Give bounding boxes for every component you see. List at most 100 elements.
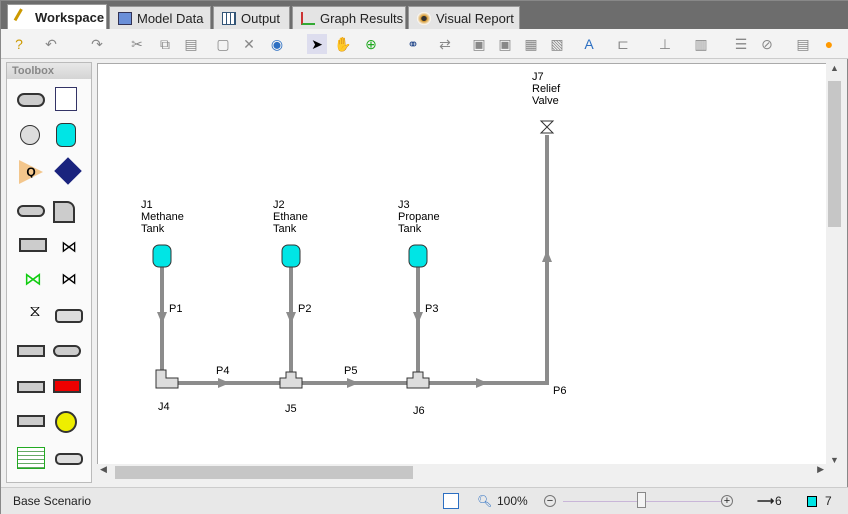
graph-icon	[301, 11, 315, 25]
help-icon[interactable]: ?	[9, 34, 29, 54]
tab-bar: Workspace Model Data Output Graph Result…	[1, 1, 848, 29]
group-icon[interactable]: ▢	[213, 34, 233, 54]
axis-icon[interactable]: ⊥	[655, 34, 675, 54]
control-valve-tool-icon[interactable]: ⋈	[19, 269, 47, 295]
annotation-tool-icon[interactable]	[55, 87, 77, 111]
report-icon[interactable]: ▤	[793, 34, 813, 54]
pump-tool-icon[interactable]	[55, 411, 77, 433]
compressor-tool-icon[interactable]	[53, 379, 81, 393]
bend-tool-icon[interactable]	[53, 201, 75, 223]
junction-label-j6: J6	[413, 405, 425, 417]
pipe-label-p1: P1	[169, 303, 182, 315]
scroll-up-icon[interactable]: ▲	[826, 63, 843, 73]
magnifier-icon: 🔍︎	[477, 494, 493, 508]
tank-j3-icon[interactable]	[408, 244, 428, 268]
spray-discharge-tool-icon[interactable]	[17, 415, 45, 427]
relief-valve-tool-icon[interactable]: ⧖	[21, 303, 49, 329]
delete-icon[interactable]: ✕	[239, 34, 259, 54]
relief-valve-j7-icon[interactable]	[539, 120, 555, 134]
redo-icon[interactable]: ↷	[87, 34, 107, 54]
flow-source-tool-icon[interactable]: Q	[19, 160, 43, 184]
tee-j6-icon[interactable]	[406, 371, 430, 389]
tab-visual-report[interactable]: Visual Report	[408, 6, 520, 29]
tank-tool-icon[interactable]	[56, 123, 76, 147]
layer-icon[interactable]: ▧	[547, 34, 567, 54]
pipe-label-p6: P6	[553, 385, 566, 397]
branch-tool-icon[interactable]	[20, 125, 40, 145]
pipe-p6[interactable]	[428, 135, 549, 385]
reducer-tool-icon[interactable]	[17, 205, 45, 217]
tank-j1-icon[interactable]	[152, 244, 172, 268]
scroll-down-icon[interactable]: ▼	[826, 455, 843, 465]
cut-icon[interactable]: ✂	[127, 34, 147, 54]
tee-j5-icon[interactable]	[279, 371, 303, 389]
flow-arrow	[157, 312, 167, 324]
annotation-icon[interactable]: A	[579, 34, 599, 54]
copy-icon[interactable]: ⧉	[155, 34, 175, 54]
pan-hand-icon[interactable]: ✋	[333, 34, 353, 54]
pipe-label-p5: P5	[344, 365, 357, 377]
toolbox: Toolbox Q ⋈ ⋈ ⋈ ⧖	[6, 62, 92, 483]
flow-arrow	[218, 378, 230, 388]
status-bar: Base Scenario 🔍︎ 100% − + ⟶ 6 7	[1, 487, 848, 514]
junction-label-j2: J2 Ethane Tank	[273, 199, 308, 235]
horizontal-scroll-thumb[interactable]	[115, 466, 413, 479]
fit-to-window-icon[interactable]	[443, 493, 459, 509]
dead-end-tool-icon[interactable]	[55, 309, 83, 323]
tee-tool-icon[interactable]	[19, 238, 47, 252]
horizontal-scrollbar[interactable]: ◀ ▶	[97, 464, 827, 481]
lock-icon[interactable]: ▦	[521, 34, 541, 54]
tab-output[interactable]: Output	[213, 6, 290, 29]
zoom-level: 100%	[497, 494, 528, 508]
scroll-right-icon[interactable]: ▶	[817, 464, 824, 475]
orifice-tool-icon[interactable]	[17, 345, 45, 357]
align-icon[interactable]: ▣	[469, 34, 489, 54]
connect-icon[interactable]: ⊏	[613, 34, 633, 54]
swap-direction-icon[interactable]: ⇄	[435, 34, 455, 54]
junction-label-j5: J5	[285, 403, 297, 415]
flow-arrow	[542, 250, 552, 262]
check-valve-tool-icon[interactable]: ⋈	[55, 269, 83, 295]
pipe-tool-icon[interactable]	[17, 93, 45, 107]
model-data-icon	[118, 11, 132, 25]
zoom-slider-thumb[interactable]	[637, 492, 646, 508]
zoom-icon[interactable]: ⊕	[361, 34, 381, 54]
scenario-name: Base Scenario	[13, 494, 92, 508]
paste-icon[interactable]: ▤	[181, 34, 201, 54]
vertical-scroll-thumb[interactable]	[828, 81, 841, 227]
find-binoculars-icon[interactable]: ⚭	[403, 34, 423, 54]
elbow-j4-icon[interactable]	[155, 369, 179, 389]
lightbulb-icon[interactable]: ●	[819, 34, 839, 54]
screen-tool-icon[interactable]	[55, 453, 83, 465]
globe-icon[interactable]: ◉	[267, 34, 287, 54]
junction-label-j7: J7 Relief Valve	[532, 71, 561, 107]
junction-label-j1: J1 Methane Tank	[141, 199, 184, 235]
vertical-scrollbar[interactable]: ▲ ▼	[826, 63, 843, 465]
pressure-source-tool-icon[interactable]	[54, 157, 82, 185]
arrange-icon[interactable]: ▥	[691, 34, 711, 54]
tab-model-data[interactable]: Model Data	[109, 6, 211, 29]
heat-exchanger-tool-icon[interactable]	[17, 381, 45, 393]
junction-count: 7	[825, 494, 832, 508]
junction-label-j4: J4	[158, 401, 170, 413]
disable-icon[interactable]: ⊘	[757, 34, 777, 54]
spray-tool-icon[interactable]	[53, 345, 81, 357]
workspace-canvas[interactable]: J1 Methane Tank J2 Ethane Tank J3 Propane Tank…	[97, 63, 827, 465]
zoom-out-icon[interactable]: −	[544, 495, 556, 507]
select-arrow-icon[interactable]: ➤	[307, 34, 327, 54]
zoom-in-icon[interactable]: +	[721, 495, 733, 507]
junction-icon	[807, 495, 817, 507]
scroll-left-icon[interactable]: ◀	[100, 464, 107, 475]
valve-tool-icon[interactable]: ⋈	[59, 237, 79, 263]
tank-j2-icon[interactable]	[281, 244, 301, 268]
general-component-tool-icon[interactable]	[17, 447, 45, 469]
pipe-label-p2: P2	[298, 303, 311, 315]
undo-icon[interactable]: ↶	[41, 34, 61, 54]
junction-label-j3: J3 Propane Tank	[398, 199, 440, 235]
tab-workspace[interactable]: Workspace	[7, 4, 107, 29]
toolbox-title: Toolbox	[7, 63, 91, 79]
align-icon[interactable]: ▣	[495, 34, 515, 54]
list-icon[interactable]: ☰	[731, 34, 751, 54]
tab-graph-results[interactable]: Graph Results	[292, 6, 406, 29]
pipe-count: 6	[775, 494, 782, 508]
